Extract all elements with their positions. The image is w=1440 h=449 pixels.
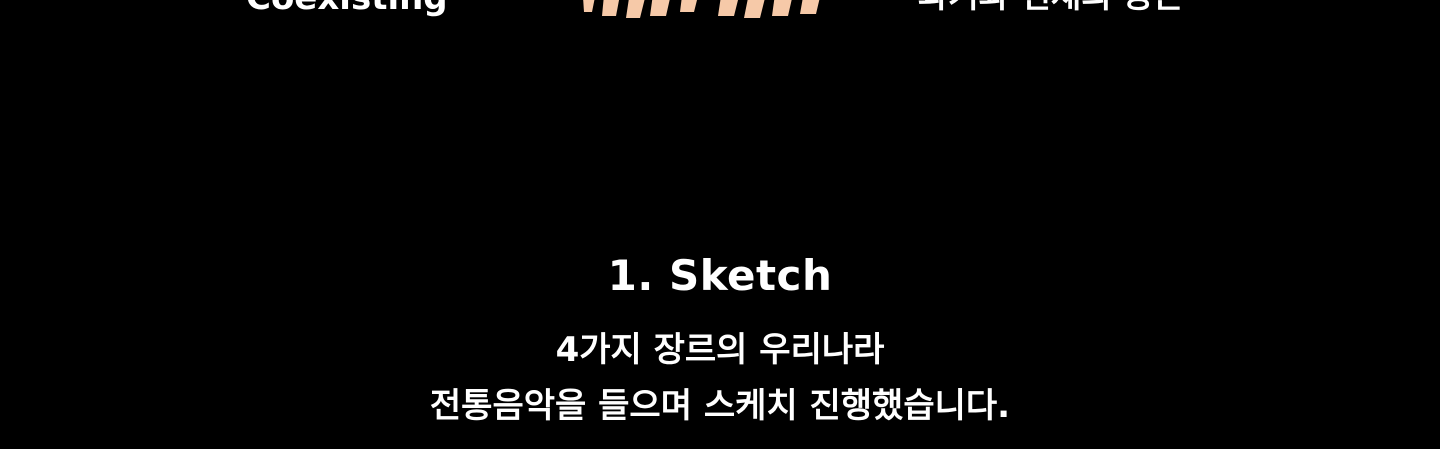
section-description: 4가지 장르의 우리나라 전통음악을 들으며 스케치 진행했습니다.: [0, 322, 1440, 434]
page: Coexisting 과거와 현재의 공존 1. Sketch 4가지 장르의 …: [0, 0, 1440, 449]
sketch-section: 1. Sketch 4가지 장르의 우리나라 전통음악을 들으며 스케치 진행했…: [0, 248, 1440, 434]
description-line: 전통음악을 들으며 스케치 진행했습니다.: [429, 386, 1011, 426]
section-title: 1. Sketch: [607, 251, 833, 300]
top-left-heading: Coexisting: [246, 0, 448, 18]
lettering-graphic-icon: [583, 0, 820, 18]
description-line: 4가지 장르의 우리나라: [555, 330, 885, 370]
top-right-heading: 과거와 현재의 공존: [918, 0, 1184, 16]
